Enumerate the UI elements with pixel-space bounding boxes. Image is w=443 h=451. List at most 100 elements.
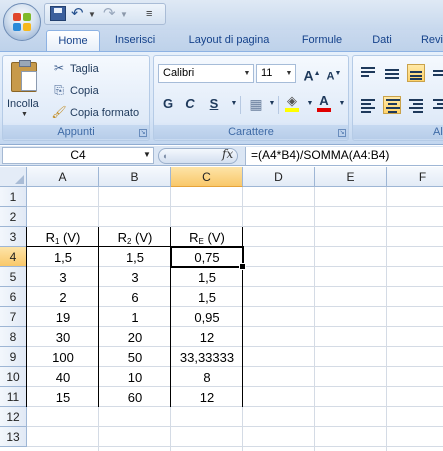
bold-button[interactable]: G xyxy=(158,94,178,114)
paste-icon xyxy=(11,60,37,92)
tab-layout-di-pagina[interactable]: Layout di pagina xyxy=(176,30,282,51)
name-box[interactable]: C4 xyxy=(2,147,154,164)
font-launcher-icon[interactable]: ↘ xyxy=(338,129,346,137)
align-middle-icon[interactable] xyxy=(383,64,401,82)
redo-icon[interactable]: ↷ xyxy=(103,6,116,24)
row-header[interactable]: 4 xyxy=(0,247,27,267)
column-header-e[interactable]: E xyxy=(315,167,387,187)
cell-b3[interactable]: R2 (V) xyxy=(99,228,171,248)
row-header[interactable]: 5 xyxy=(0,267,27,287)
column-header-a[interactable]: A xyxy=(27,167,99,187)
tab-home[interactable]: Home xyxy=(46,30,100,51)
alignment-group-label: Al xyxy=(353,125,443,139)
align-bottom-icon[interactable] xyxy=(407,64,425,82)
chevron-down-icon: ▼ xyxy=(243,70,251,77)
table-cell[interactable]: 1,5 xyxy=(27,248,99,268)
copy-button[interactable]: ⎘ Copia xyxy=(51,82,99,99)
table-cell[interactable]: 1,5 xyxy=(171,288,243,308)
table-cell[interactable]: 15 xyxy=(27,388,99,408)
format-painter-button[interactable]: 🖌 Copia formato xyxy=(51,104,139,121)
row-header[interactable]: 12 xyxy=(0,407,27,427)
select-all-button[interactable] xyxy=(0,167,27,187)
clipboard-group-label: Appunti xyxy=(3,125,149,139)
table-cell[interactable]: 6 xyxy=(99,288,171,308)
table-cell[interactable]: 19 xyxy=(27,308,99,328)
row-header[interactable]: 7 xyxy=(0,307,27,327)
table-cell[interactable]: 30 xyxy=(27,328,99,348)
table-cell[interactable]: 40 xyxy=(27,368,99,388)
font-name-value: Calibri xyxy=(163,67,195,79)
font-color-icon[interactable]: A xyxy=(314,94,334,114)
tab-formule[interactable]: Formule xyxy=(290,30,354,51)
table-cell[interactable]: 10 xyxy=(99,368,171,388)
table-cell[interactable]: 100 xyxy=(27,348,99,368)
table-cell[interactable]: 50 xyxy=(99,348,171,368)
row-header[interactable]: 11 xyxy=(0,387,27,407)
tab-revisione[interactable]: Revi xyxy=(412,30,443,51)
paste-button[interactable]: Incolla ▼ xyxy=(3,56,45,124)
tab-inserisci[interactable]: Inserisci xyxy=(104,30,166,51)
table-cell[interactable]: 3 xyxy=(99,268,171,288)
table-cell[interactable]: 2 xyxy=(27,288,99,308)
column-header-b[interactable]: B xyxy=(99,167,171,187)
cut-button[interactable]: ✂ Taglia xyxy=(51,60,99,77)
grow-font-button[interactable]: A▲ xyxy=(302,64,322,84)
row-header[interactable]: 2 xyxy=(0,207,27,227)
shrink-font-button[interactable]: A▼ xyxy=(324,64,344,84)
cell-c3-unit: (V) xyxy=(203,230,225,245)
customize-toolbar-icon[interactable]: ≡ xyxy=(146,6,152,24)
scissors-icon: ✂ xyxy=(53,61,65,75)
format-painter-label: Copia formato xyxy=(70,107,140,119)
row-header[interactable]: 10 xyxy=(0,367,27,387)
font-name-select[interactable]: Calibri ▼ xyxy=(158,64,254,83)
table-cell[interactable]: 33,33333 xyxy=(171,348,243,368)
save-icon[interactable] xyxy=(50,6,66,21)
column-header-f[interactable]: F xyxy=(387,167,443,187)
table-cell[interactable]: 12 xyxy=(171,328,243,348)
undo-icon[interactable]: ↶ xyxy=(71,6,84,24)
clipboard-launcher-icon[interactable]: ↘ xyxy=(139,129,147,137)
chevron-down-icon[interactable]: ▼ xyxy=(262,94,282,114)
table-cell[interactable]: 60 xyxy=(99,388,171,408)
cell-a3[interactable]: R1 (V) xyxy=(27,228,99,248)
formula-input[interactable]: =(A4*B4)/SOMMA(A4:B4) xyxy=(245,147,443,165)
align-top-icon[interactable] xyxy=(359,64,377,82)
fill-color-icon[interactable]: ◈ xyxy=(282,94,302,114)
gridline xyxy=(27,426,443,427)
row-header[interactable]: 13 xyxy=(0,427,27,447)
chevron-down-icon: ▼ xyxy=(21,111,28,118)
align-right-icon[interactable] xyxy=(407,96,425,114)
active-cell-selection[interactable] xyxy=(170,246,246,270)
gridline xyxy=(27,446,443,447)
tab-dati[interactable]: Dati xyxy=(362,30,402,51)
indent-icon[interactable] xyxy=(431,96,443,114)
row-header[interactable]: 1 xyxy=(0,187,27,207)
insert-function-button[interactable]: fx xyxy=(222,147,233,161)
table-cell[interactable]: 0,95 xyxy=(171,308,243,328)
table-cell[interactable]: 1,5 xyxy=(171,268,243,288)
chevron-down-icon[interactable]: ▼ xyxy=(143,150,151,159)
underline-button[interactable]: S xyxy=(204,94,224,114)
office-button[interactable] xyxy=(3,3,41,41)
table-cell[interactable]: 20 xyxy=(99,328,171,348)
row-header[interactable]: 3 xyxy=(0,227,27,247)
undo-dropdown-icon[interactable]: ▼ xyxy=(88,6,96,24)
table-cell[interactable]: 1 xyxy=(99,308,171,328)
row-header[interactable]: 8 xyxy=(0,327,27,347)
orientation-icon[interactable] xyxy=(431,64,443,82)
table-cell[interactable]: 12 xyxy=(171,388,243,408)
italic-button[interactable]: C xyxy=(180,94,200,114)
chevron-down-icon[interactable]: ▼ xyxy=(332,94,352,114)
row-header[interactable]: 9 xyxy=(0,347,27,367)
row-header[interactable]: 6 xyxy=(0,287,27,307)
font-size-select[interactable]: 11 ▼ xyxy=(256,64,296,83)
table-cell[interactable]: 3 xyxy=(27,268,99,288)
column-header-d[interactable]: D xyxy=(243,167,315,187)
align-center-icon[interactable] xyxy=(383,96,401,114)
table-cell[interactable]: 1,5 xyxy=(99,248,171,268)
cell-c3[interactable]: RE (V) xyxy=(171,228,243,248)
table-cell[interactable]: 8 xyxy=(171,368,243,388)
column-header-c[interactable]: C xyxy=(171,167,243,187)
align-left-icon[interactable] xyxy=(359,96,377,114)
chevron-down-icon[interactable]: ▼ xyxy=(224,94,244,114)
